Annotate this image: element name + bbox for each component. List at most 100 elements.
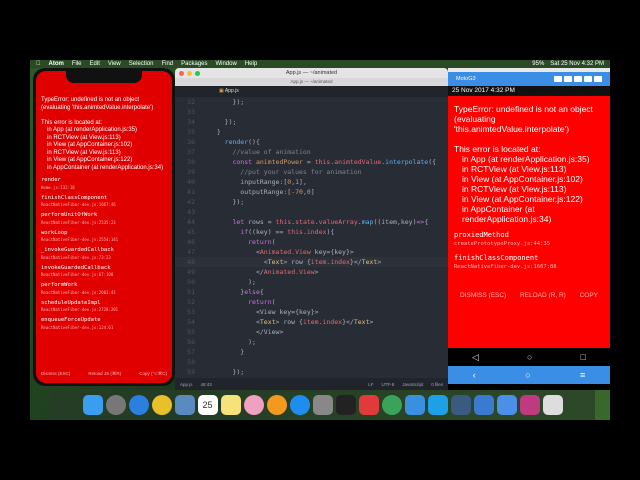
stack-frame[interactable]: finishClassComponent ReactNativeFiber-dev…: [454, 253, 604, 271]
status-grammar[interactable]: JavaScript: [402, 382, 423, 387]
code-token: =: [302, 158, 315, 166]
toolbar-button[interactable]: [594, 76, 602, 82]
menu-selection[interactable]: Selection: [129, 61, 154, 67]
code-token: ]: [310, 188, 315, 196]
menu-view[interactable]: View: [108, 61, 121, 67]
code-token: map: [361, 218, 374, 226]
launchpad-icon[interactable]: [105, 395, 126, 415]
minimize-button[interactable]: [187, 71, 192, 76]
toolbar-button[interactable]: [584, 76, 592, 82]
menu-atom[interactable]: Atom: [49, 61, 64, 67]
clock[interactable]: Sat 25 Nov 4:32 PM: [550, 61, 604, 67]
toolbar-button[interactable]: [574, 76, 582, 82]
back-icon[interactable]: ◁: [472, 352, 479, 363]
notes-icon[interactable]: [220, 395, 241, 415]
photos-icon[interactable]: [243, 395, 264, 415]
frame-function: proxiedMethod: [454, 231, 509, 239]
copy-button[interactable]: COPY: [580, 291, 598, 301]
frame-location: Home.js:132:18: [41, 184, 75, 190]
maximize-button[interactable]: [195, 71, 200, 76]
dismiss-button[interactable]: Dismiss (ESC): [41, 370, 70, 378]
line-number: 35: [187, 128, 195, 136]
xcode-icon[interactable]: [404, 395, 425, 415]
code-token: >: [314, 268, 319, 276]
line-number: 45: [187, 228, 195, 236]
file-app-icon[interactable]: [473, 395, 494, 415]
code-line: 47 < Animated.View key={key}>: [175, 247, 448, 257]
apple-icon[interactable]: : [36, 61, 41, 67]
stack-line: in View (at AppContainer.js:102): [462, 174, 583, 184]
stack-frame[interactable]: workLoop ReactNativeFiber-dev.js:2554:141: [41, 230, 168, 243]
device-name: MotoG3: [456, 76, 476, 82]
status-eol[interactable]: LF: [368, 382, 373, 387]
ibooks-icon[interactable]: [266, 395, 287, 415]
copy-button[interactable]: Copy (⌥⌘C): [139, 370, 167, 378]
status-cursor[interactable]: 48:43: [201, 382, 212, 387]
code-line: 36 render(){: [175, 137, 448, 147]
status-file[interactable]: App.js: [180, 382, 193, 387]
toolbar-button[interactable]: [564, 76, 572, 82]
toolbar-button[interactable]: [554, 76, 562, 82]
stack-frame[interactable]: performWork ReactNativeFiber-dev.js:2603:…: [41, 282, 168, 295]
stack-frame[interactable]: proxiedMethod createPrototypeProxy.js:44:…: [454, 230, 604, 248]
menu-file[interactable]: File: [72, 61, 82, 67]
tab-app-js[interactable]: ▣ App.js: [175, 86, 448, 97]
home-icon[interactable]: ○: [525, 370, 530, 380]
reload-button[interactable]: RELOAD (R, R): [520, 291, 566, 301]
atom-icon[interactable]: [381, 395, 402, 415]
code-line: 35 }: [175, 127, 448, 137]
battery-indicator[interactable]: 95%: [532, 61, 544, 67]
menu-edit[interactable]: Edit: [90, 61, 100, 67]
menu-help[interactable]: Help: [245, 61, 257, 67]
line-number: 36: [187, 138, 195, 146]
close-button[interactable]: [179, 71, 184, 76]
frame-function: performWork: [41, 282, 78, 288]
home-icon[interactable]: ○: [527, 352, 532, 362]
code-token: }</: [349, 258, 362, 266]
system-preferences-icon[interactable]: [312, 395, 333, 415]
code-line: 41 outputRange:[-70, 0]: [175, 187, 448, 197]
frame-location: ReactNativeFiber-dev.js:124:61: [41, 324, 114, 330]
menu-icon[interactable]: ≡: [580, 370, 585, 380]
stack-frame[interactable]: invokeGuardedCallback ReactNativeFiber-de…: [41, 265, 168, 278]
code-token: const: [232, 158, 256, 166]
status-files[interactable]: 0 files: [431, 382, 443, 387]
video-app-icon[interactable]: [358, 395, 379, 415]
desktop:  Atom File Edit View Selection Find Packages W…: [30, 60, 610, 420]
frame-location: ReactNativeFiber-dev.js:67:108: [41, 272, 114, 277]
genymotion-icon[interactable]: [450, 395, 471, 415]
recents-icon[interactable]: □: [581, 352, 586, 362]
skype-icon[interactable]: [427, 395, 448, 415]
status-encoding[interactable]: UTF-8: [381, 382, 394, 387]
calendar-icon[interactable]: 25: [197, 395, 218, 415]
terminal-icon[interactable]: [335, 395, 356, 415]
line-number: 46: [187, 238, 195, 246]
menu-packages[interactable]: Packages: [181, 61, 207, 67]
finder-icon[interactable]: [82, 395, 103, 415]
safari-icon[interactable]: [128, 395, 149, 415]
stack-frame[interactable]: finishClassComponent ReactNativeFiber-dev…: [41, 195, 168, 208]
stack-frame[interactable]: _invokeGuardedCallback ReactNativeFiber-d…: [41, 247, 168, 260]
chrome-icon[interactable]: [151, 395, 172, 415]
code-editor[interactable]: 32 }); 33 34 }); 35 } 36 render(){37 //value…: [175, 97, 448, 377]
stack-line: in View (at AppContainer.js:122): [47, 157, 133, 163]
photo-booth-icon[interactable]: [519, 395, 540, 415]
dismiss-button[interactable]: DISMISS (ESC): [460, 291, 506, 301]
back-icon[interactable]: ‹: [473, 370, 476, 380]
code-token: outputRange:[: [209, 188, 292, 196]
simulator-icon[interactable]: [496, 395, 517, 415]
menu-find[interactable]: Find: [161, 61, 173, 67]
genymotion-bottom-bar: ‹ ○ ≡: [448, 366, 610, 384]
stack-frame[interactable]: scheduleUpdateImpl ReactNativeFiber-dev.j…: [41, 300, 168, 313]
code-token: ],: [299, 178, 307, 186]
stack-frame[interactable]: performUnitOfWork ReactNativeFiber-dev.js…: [41, 212, 168, 225]
stack-frame[interactable]: enqueueForceUpdate ReactNativeFiber-dev.j…: [41, 317, 168, 330]
code-token: {: [259, 288, 264, 296]
menu-window[interactable]: Window: [215, 61, 236, 67]
preview-icon[interactable]: [174, 395, 195, 415]
app-store-icon[interactable]: [289, 395, 310, 415]
reload-button[interactable]: Reload JS (⌘R): [88, 370, 121, 378]
stack-frame[interactable]: render Home.js:132:18: [41, 177, 168, 190]
trash-icon[interactable]: [542, 395, 563, 415]
